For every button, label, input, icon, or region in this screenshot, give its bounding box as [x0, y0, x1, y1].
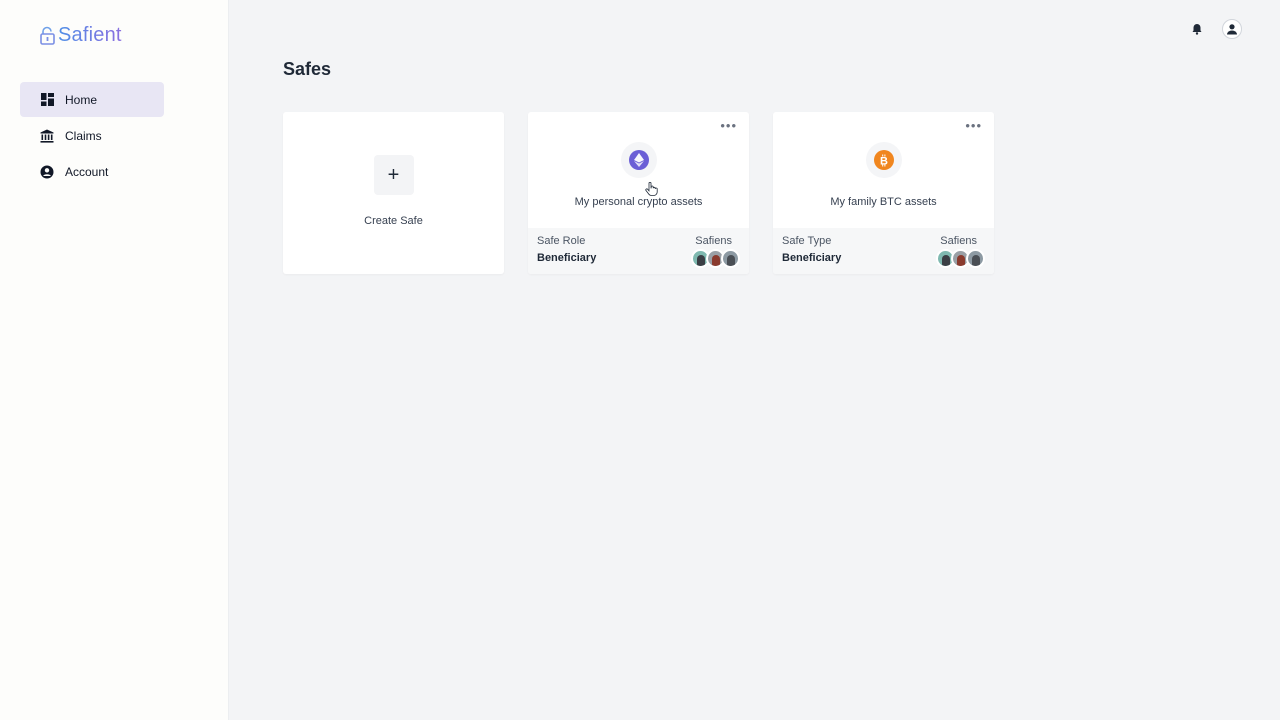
user-avatar-icon: [1227, 24, 1237, 35]
safiens-avatars: [936, 249, 985, 268]
lock-icon: [40, 26, 55, 45]
coin-badge: B: [865, 142, 902, 178]
more-options-icon[interactable]: •••: [720, 118, 737, 133]
notifications-button[interactable]: [1187, 19, 1207, 39]
app-logo[interactable]: Safient: [39, 24, 122, 47]
sidebar-item-label: Account: [65, 164, 109, 179]
safiens-label: Safiens: [940, 235, 977, 247]
safe-type-value: Beneficiary: [782, 252, 842, 264]
hand-cursor-icon: [645, 182, 658, 196]
sidebar-item-claims[interactable]: Claims: [20, 118, 164, 153]
sidebar: Safient Home Claims Account: [0, 0, 229, 720]
sidebar-item-account[interactable]: Account: [20, 154, 164, 189]
app-name: Safient: [58, 24, 122, 46]
safe-card-footer: Safe Role Beneficiary Safiens: [528, 228, 749, 274]
dashboard-icon: [40, 93, 54, 107]
bitcoin-icon: B: [873, 150, 894, 170]
sidebar-item-home[interactable]: Home: [20, 82, 164, 117]
svg-text:B: B: [880, 155, 888, 167]
safe-name: My personal crypto assets: [574, 196, 703, 208]
user-menu-button[interactable]: [1222, 19, 1242, 39]
more-options-icon[interactable]: •••: [965, 118, 982, 133]
avatar: [966, 249, 985, 268]
safe-card[interactable]: ••• B My family BTC assets Safe Type Ben…: [773, 112, 994, 274]
safe-card[interactable]: ••• My personal crypto assets Safe Role …: [528, 112, 749, 274]
safe-card-footer: Safe Type Beneficiary Safiens: [773, 228, 994, 274]
safiens-avatars: [691, 249, 740, 268]
sidebar-item-label: Claims: [65, 128, 102, 143]
safe-type-label: Safe Type: [782, 235, 832, 247]
safe-role-label: Safe Role: [537, 235, 586, 247]
avatar: [721, 249, 740, 268]
header-actions: [1187, 19, 1242, 39]
sidebar-nav: Home Claims Account: [20, 82, 164, 190]
safiens-label: Safiens: [695, 235, 732, 247]
create-safe-card[interactable]: + Create Safe: [283, 112, 504, 274]
page-title: Safes: [283, 59, 332, 79]
safe-role-value: Beneficiary: [537, 252, 597, 264]
safes-grid: + Create Safe ••• My personal crypto ass…: [283, 112, 994, 274]
create-safe-label: Create Safe: [364, 215, 423, 227]
ethereum-icon: [628, 150, 649, 170]
coin-badge: [620, 142, 657, 178]
sidebar-item-label: Home: [65, 92, 98, 107]
plus-icon: +: [373, 155, 414, 195]
bank-icon: [40, 129, 54, 143]
safe-name: My family BTC assets: [830, 196, 937, 208]
account-circle-icon: [40, 165, 54, 179]
bell-icon: [1192, 24, 1202, 35]
